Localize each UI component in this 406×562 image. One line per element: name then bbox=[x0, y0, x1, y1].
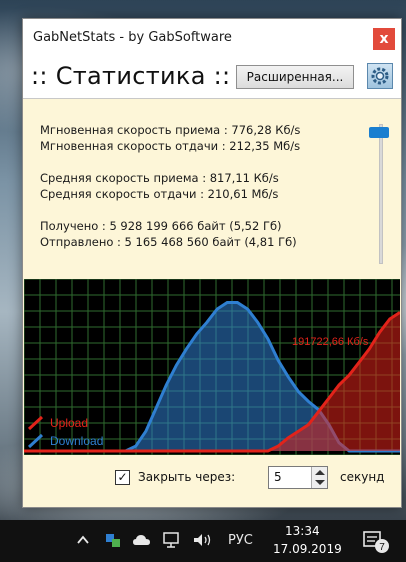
traffic-graph-svg: 191722,66 Кб/s Upload Download bbox=[23, 278, 401, 456]
chevron-up-icon[interactable] bbox=[76, 534, 90, 546]
seconds-stepper[interactable]: 5 bbox=[268, 466, 328, 489]
download-legend-label: Download bbox=[50, 434, 103, 448]
upload-legend-label: Upload bbox=[50, 416, 88, 430]
close-after-checkbox[interactable]: ✓ bbox=[115, 470, 130, 485]
peak-speed-label: 191722,66 Кб/s bbox=[292, 336, 369, 348]
statistics-panel: Мгновенная скорость приема : 776,28 Кб/s… bbox=[40, 122, 370, 250]
stepper-up-icon[interactable] bbox=[315, 470, 325, 475]
average-receive-speed: Средняя скорость приема : 817,11 Кб/s bbox=[40, 171, 279, 185]
traffic-graph: 191722,66 Кб/s Upload Download bbox=[23, 278, 401, 456]
network-icon[interactable] bbox=[162, 531, 182, 549]
gear-icon bbox=[371, 67, 389, 85]
page-title: :: Статистика :: bbox=[31, 62, 231, 90]
instant-receive-speed: Мгновенная скорость приема : 776,28 Кб/s bbox=[40, 123, 301, 137]
advanced-button[interactable]: Расширенная... bbox=[236, 65, 354, 89]
stepper-down-icon[interactable] bbox=[315, 480, 325, 485]
received-total: Получено : 5 928 199 666 байт (5,52 Гб) bbox=[40, 219, 282, 233]
instant-send-speed: Мгновенная скорость отдачи : 212,35 Мб/s bbox=[40, 139, 301, 153]
notification-count: 7 bbox=[379, 542, 385, 553]
stepper-buttons[interactable] bbox=[311, 467, 327, 488]
network-app-icon[interactable] bbox=[104, 530, 122, 550]
title-bar[interactable]: GabNetStats - by GabSoftware x bbox=[23, 19, 401, 57]
seconds-label: секунд bbox=[340, 470, 385, 484]
clock-date[interactable]: 17.09.2019 bbox=[273, 542, 342, 556]
header-row: :: Статистика :: Расширенная... bbox=[23, 57, 401, 99]
seconds-value: 5 bbox=[274, 470, 282, 484]
cloud-icon[interactable] bbox=[132, 533, 152, 547]
opacity-slider-thumb[interactable] bbox=[369, 127, 389, 139]
notification-icon[interactable]: 7 bbox=[362, 530, 390, 554]
window-title: GabNetStats - by GabSoftware bbox=[33, 30, 232, 45]
settings-button[interactable] bbox=[367, 63, 393, 89]
volume-icon[interactable] bbox=[192, 531, 214, 549]
gabnetstats-window: GabNetStats - by GabSoftware x :: Статис… bbox=[22, 18, 402, 508]
average-send-speed: Средняя скорость отдачи : 210,61 Мб/s bbox=[40, 187, 279, 201]
close-after-label: Закрыть через: bbox=[138, 470, 236, 484]
bottom-controls: ✓ Закрыть через: 5 секунд bbox=[23, 455, 401, 507]
sent-total: Отправлено : 5 165 468 560 байт (4,81 Гб… bbox=[40, 235, 297, 249]
close-button[interactable]: x bbox=[373, 28, 395, 50]
taskbar: РУС 13:34 17.09.2019 7 bbox=[0, 520, 406, 562]
language-indicator[interactable]: РУС bbox=[228, 533, 253, 548]
clock-time[interactable]: 13:34 bbox=[285, 524, 320, 538]
opacity-slider-track[interactable] bbox=[379, 124, 383, 264]
